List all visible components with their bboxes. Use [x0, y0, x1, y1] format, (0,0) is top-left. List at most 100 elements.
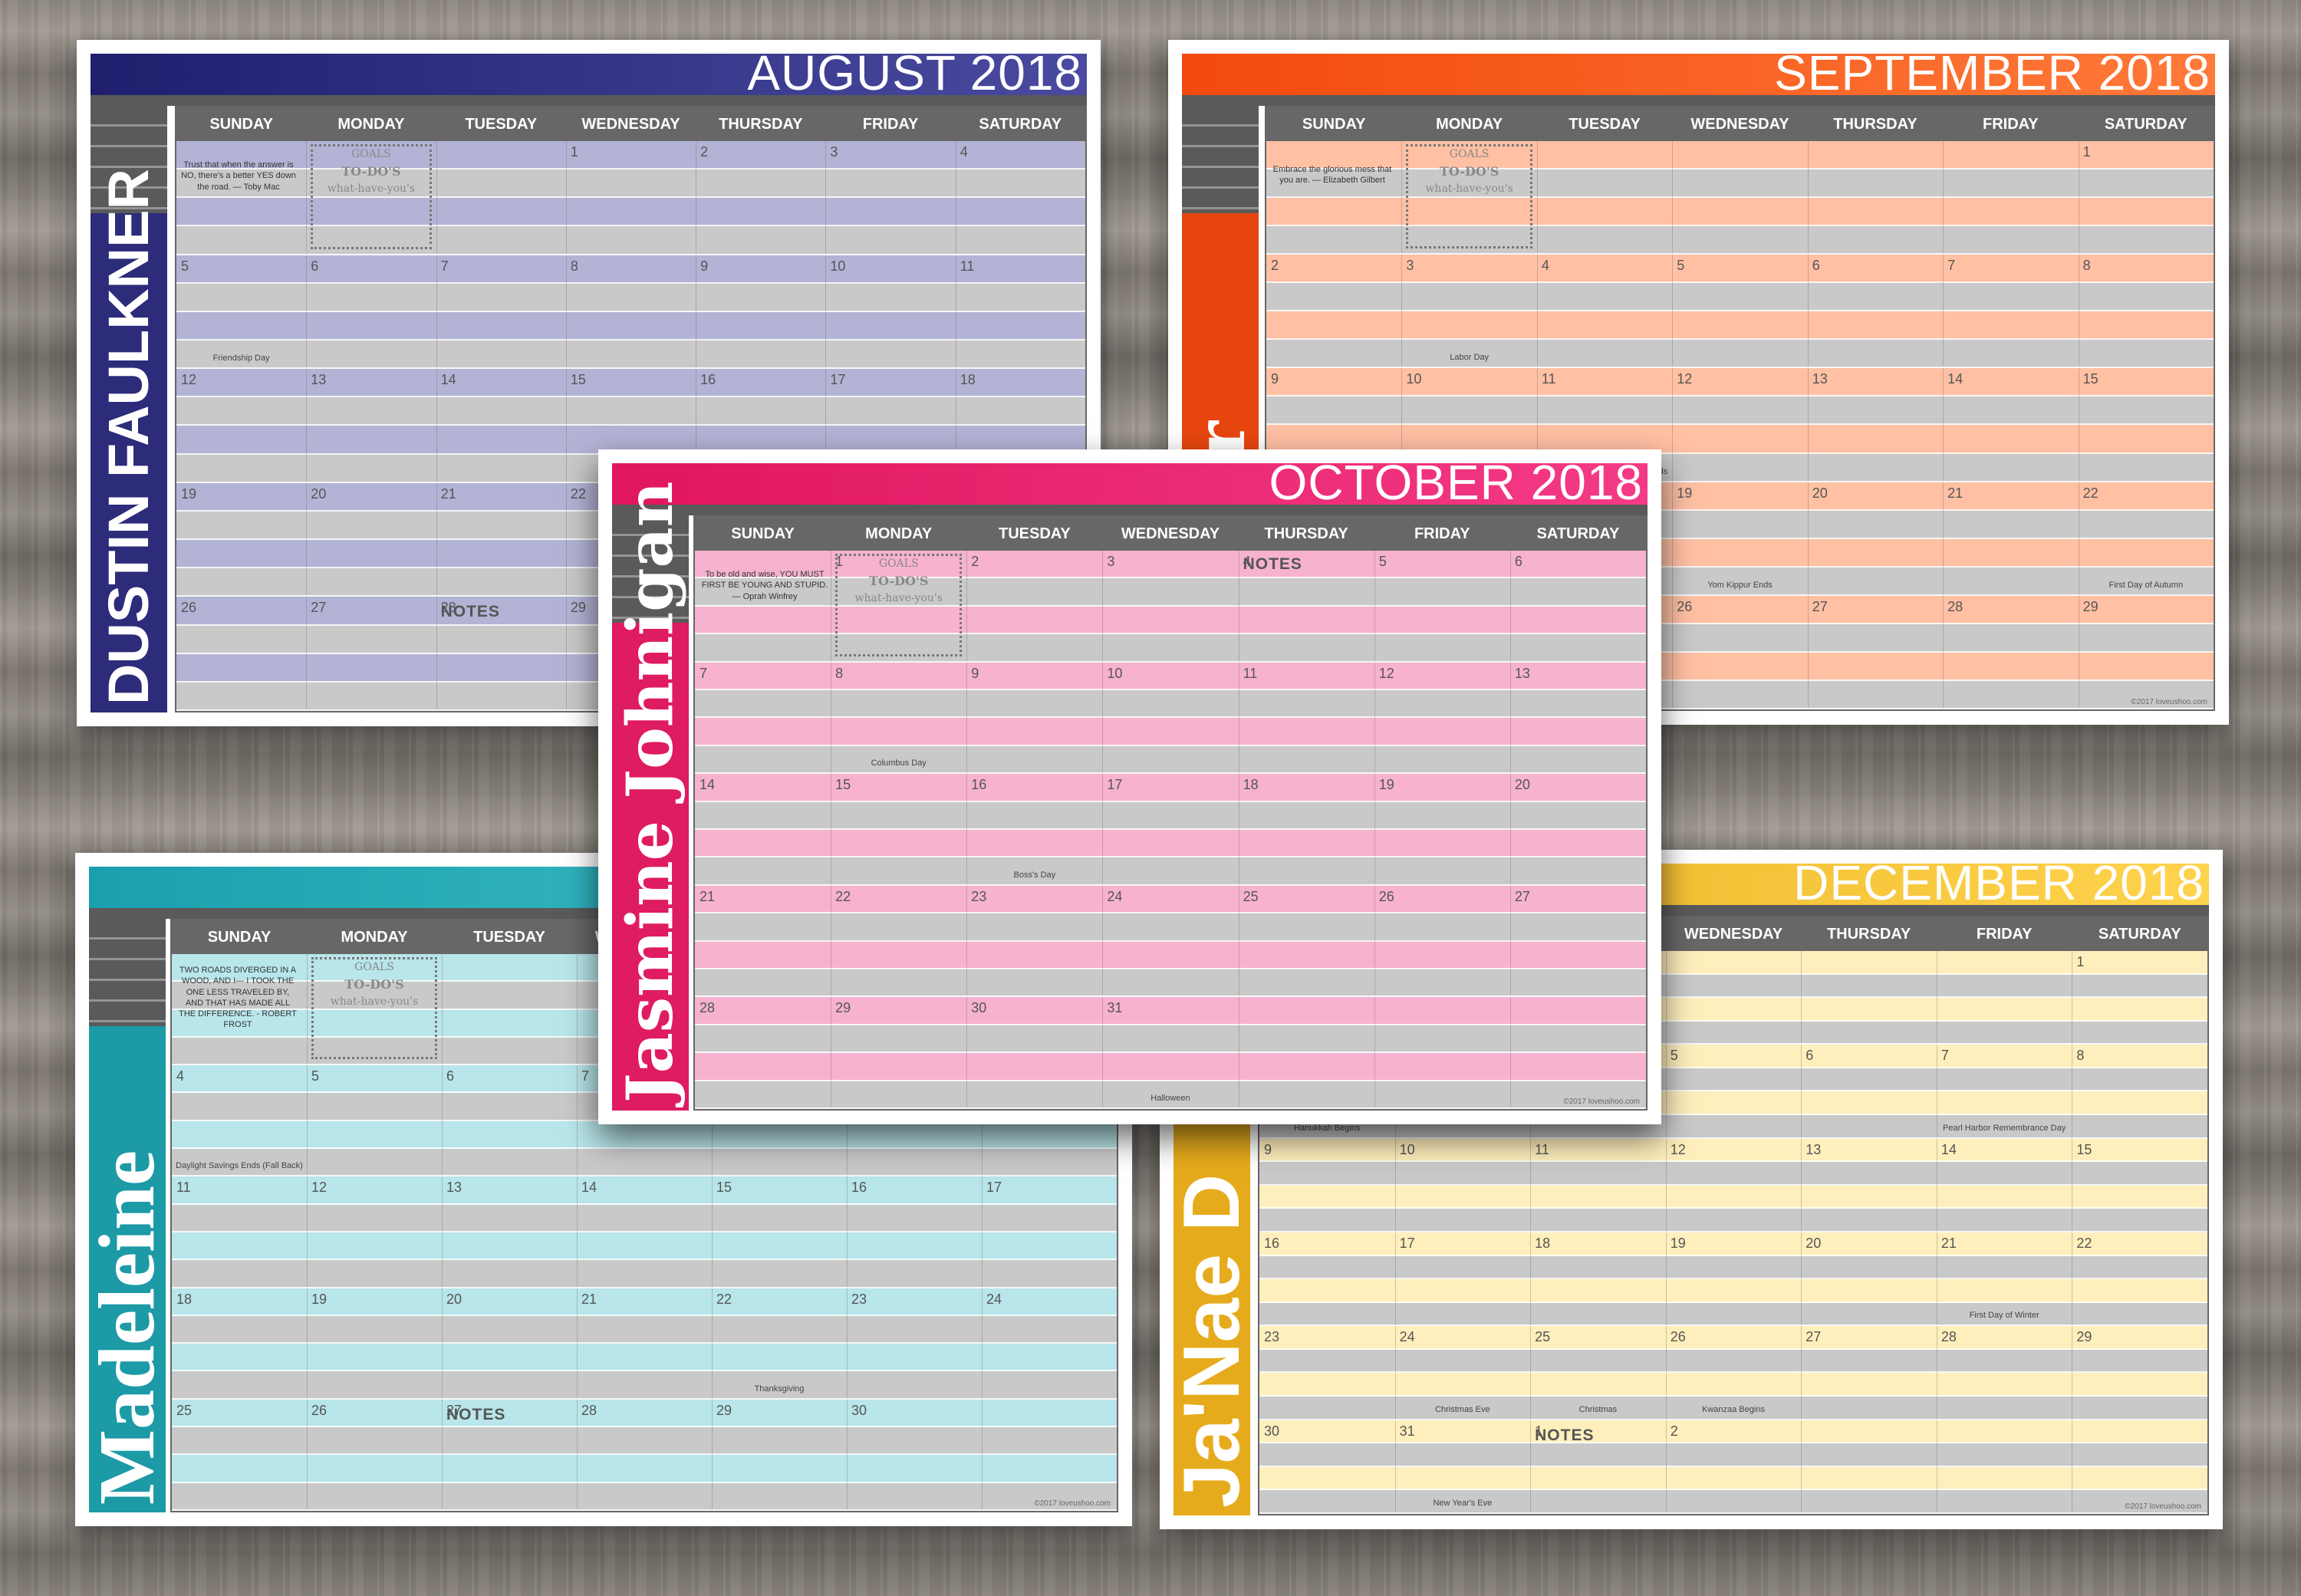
- day-cell[interactable]: 22: [831, 885, 968, 996]
- day-cell[interactable]: 28: [1943, 595, 2079, 708]
- day-cell[interactable]: 23: [966, 885, 1104, 996]
- day-cell[interactable]: 27: [1510, 885, 1647, 996]
- day-cell[interactable]: 26: [176, 597, 308, 709]
- day-cell[interactable]: 7: [1943, 255, 2079, 367]
- day-cell[interactable]: 6: [306, 255, 437, 368]
- day-cell[interactable]: 10: [1102, 662, 1239, 773]
- day-cell[interactable]: 14: [1937, 1138, 2073, 1231]
- day-cell[interactable]: 20: [1808, 482, 1944, 594]
- day-cell[interactable]: 13: [1808, 368, 1944, 481]
- day-cell[interactable]: 19: [176, 482, 308, 596]
- day-cell[interactable]: 3: [825, 141, 956, 254]
- day-cell[interactable]: [1374, 997, 1511, 1107]
- day-cell[interactable]: [1801, 951, 1937, 1044]
- day-cell[interactable]: 23: [847, 1288, 983, 1398]
- day-cell[interactable]: 21: [1943, 482, 2079, 594]
- day-cell[interactable]: 7: [695, 662, 832, 773]
- day-cell[interactable]: 26: [1374, 885, 1511, 996]
- day-cell[interactable]: 28: [1937, 1326, 2073, 1419]
- day-cell[interactable]: [442, 954, 578, 1065]
- day-cell[interactable]: 4: [172, 1065, 308, 1176]
- day-cell[interactable]: [436, 141, 567, 254]
- day-cell[interactable]: 26: [1672, 595, 1809, 708]
- day-cell[interactable]: [1666, 951, 1802, 1044]
- day-cell[interactable]: [1943, 141, 2079, 254]
- day-cell[interactable]: 6: [1801, 1045, 1937, 1137]
- day-cell[interactable]: 29: [712, 1399, 848, 1509]
- day-cell[interactable]: 25: [1239, 885, 1375, 996]
- day-cell[interactable]: 22: [2079, 482, 2214, 594]
- day-cell[interactable]: [2072, 1420, 2208, 1512]
- day-cell[interactable]: 2: [966, 551, 1104, 661]
- day-cell[interactable]: 24: [1102, 885, 1239, 996]
- day-cell[interactable]: 20: [306, 482, 437, 596]
- day-cell[interactable]: 19: [307, 1288, 443, 1398]
- day-cell[interactable]: 11: [956, 255, 1086, 368]
- day-cell[interactable]: 13: [442, 1176, 578, 1287]
- day-cell[interactable]: 13: [1801, 1138, 1937, 1231]
- day-cell[interactable]: 1: [2079, 141, 2214, 254]
- day-cell[interactable]: 12: [307, 1176, 443, 1287]
- day-cell[interactable]: 5: [1672, 255, 1809, 367]
- day-cell[interactable]: 10: [1395, 1138, 1532, 1231]
- day-cell[interactable]: 4: [1537, 255, 1674, 367]
- day-cell[interactable]: 15: [831, 774, 968, 884]
- day-cell[interactable]: 31: [1102, 997, 1239, 1107]
- day-cell[interactable]: 8: [831, 662, 968, 773]
- day-cell[interactable]: 13: [1510, 662, 1647, 773]
- day-cell[interactable]: 17: [982, 1176, 1118, 1287]
- day-cell[interactable]: 3: [1401, 255, 1538, 367]
- day-cell[interactable]: 23: [1259, 1326, 1396, 1419]
- day-cell[interactable]: 27: [306, 597, 437, 709]
- day-cell[interactable]: 14: [1943, 368, 2079, 481]
- day-cell[interactable]: 19: [1374, 774, 1511, 884]
- day-cell[interactable]: 5: [307, 1065, 443, 1176]
- day-cell[interactable]: 14: [436, 369, 567, 482]
- day-cell[interactable]: 12: [1666, 1138, 1802, 1231]
- day-cell[interactable]: 29: [831, 997, 968, 1107]
- day-cell[interactable]: 8: [2072, 1045, 2208, 1137]
- day-cell[interactable]: 11: [1530, 1138, 1667, 1231]
- day-cell[interactable]: 29: [2079, 595, 2214, 708]
- day-cell[interactable]: 12: [1374, 662, 1511, 773]
- day-cell[interactable]: 5: [1374, 551, 1511, 661]
- day-cell[interactable]: 21: [436, 482, 567, 596]
- day-cell[interactable]: [1239, 997, 1375, 1107]
- day-cell[interactable]: 16: [966, 774, 1104, 884]
- day-cell[interactable]: 20: [442, 1288, 578, 1398]
- day-cell[interactable]: 8: [2079, 255, 2214, 367]
- day-cell[interactable]: [1937, 951, 2073, 1044]
- day-cell[interactable]: 13: [306, 369, 437, 482]
- day-cell[interactable]: 25: [172, 1399, 308, 1509]
- day-cell[interactable]: 30: [1259, 1420, 1396, 1512]
- day-cell[interactable]: 4: [956, 141, 1086, 254]
- day-cell[interactable]: 22: [2072, 1232, 2208, 1325]
- day-cell[interactable]: 8: [566, 255, 697, 368]
- day-cell[interactable]: [695, 551, 832, 661]
- day-cell[interactable]: 27: [1808, 595, 1944, 708]
- day-cell[interactable]: 28: [695, 997, 832, 1107]
- day-cell[interactable]: 18: [1530, 1232, 1667, 1325]
- day-cell[interactable]: 26: [307, 1399, 443, 1509]
- day-cell[interactable]: 5: [176, 255, 308, 368]
- day-cell[interactable]: 1: [566, 141, 697, 254]
- day-cell[interactable]: 17: [1102, 774, 1239, 884]
- day-cell[interactable]: 21: [577, 1288, 713, 1398]
- day-cell[interactable]: 22: [712, 1288, 848, 1398]
- day-cell[interactable]: 11: [172, 1176, 308, 1287]
- day-cell[interactable]: 19: [1666, 1232, 1802, 1325]
- day-cell[interactable]: 29: [2072, 1326, 2208, 1419]
- day-cell[interactable]: 21: [695, 885, 832, 996]
- day-cell[interactable]: 3: [1102, 551, 1239, 661]
- day-cell[interactable]: 19: [1672, 482, 1809, 594]
- day-cell[interactable]: 18: [172, 1288, 308, 1398]
- day-cell[interactable]: 10: [825, 255, 956, 368]
- day-cell[interactable]: 14: [695, 774, 832, 884]
- day-cell[interactable]: 30: [966, 997, 1104, 1107]
- day-cell[interactable]: [176, 141, 308, 254]
- day-cell[interactable]: [1266, 141, 1403, 254]
- day-cell[interactable]: 6: [1808, 255, 1944, 367]
- day-cell[interactable]: 20: [1510, 774, 1647, 884]
- day-cell[interactable]: [1537, 141, 1674, 254]
- day-cell[interactable]: 11: [1239, 662, 1375, 773]
